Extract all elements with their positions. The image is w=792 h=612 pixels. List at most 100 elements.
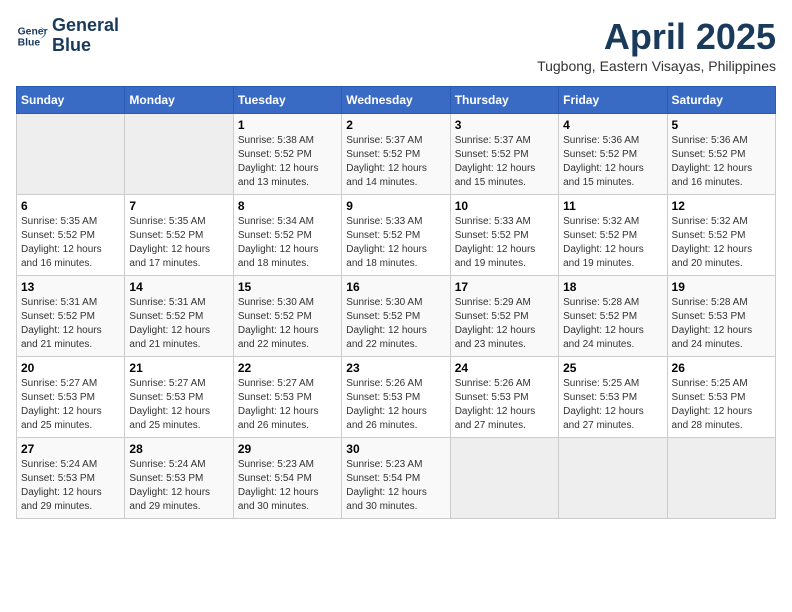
calendar-cell: 4Sunrise: 5:36 AMSunset: 5:52 PMDaylight… (559, 114, 667, 195)
calendar-week-row: 27 Sunrise: 5:24 AMSunset: 5:53 PMDayligh… (17, 438, 776, 519)
day-number: 26 (672, 361, 771, 375)
day-number: 18 (563, 280, 662, 294)
day-info: Sunrise: 5:28 AMSunset: 5:53 PMDaylight:… (672, 296, 771, 352)
calendar-cell (559, 438, 667, 519)
calendar-cell (667, 438, 775, 519)
calendar-cell (450, 438, 558, 519)
day-info: Sunrise: 5:30 AMSunset: 5:52 PMDaylight:… (346, 296, 445, 352)
day-info: Sunrise: 5:32 AMSunset: 5:52 PMDaylight:… (563, 215, 662, 271)
day-number: 22 (238, 361, 337, 375)
calendar-cell: 20 Sunrise: 5:27 AMSunset: 5:53 PMDayligh… (17, 357, 125, 438)
calendar-cell: 30 Sunrise: 5:23 AMSunset: 5:54 PMDayligh… (342, 438, 450, 519)
day-info: Sunrise: 5:36 AMSunset: 5:52 PMDaylight:… (563, 134, 662, 190)
day-info: Sunrise: 5:37 AMSunset: 5:52 PMDaylight:… (455, 134, 554, 190)
calendar-cell: 11Sunrise: 5:32 AMSunset: 5:52 PMDayligh… (559, 195, 667, 276)
day-number: 6 (21, 199, 120, 213)
calendar-cell: 8Sunrise: 5:34 AMSunset: 5:52 PMDaylight… (233, 195, 341, 276)
logo-icon: General Blue (16, 20, 48, 52)
calendar-cell: 23 Sunrise: 5:26 AMSunset: 5:53 PMDayligh… (342, 357, 450, 438)
logo-line2: Blue (52, 36, 119, 56)
day-number: 10 (455, 199, 554, 213)
title-block: April 2025 Tugbong, Eastern Visayas, Phi… (537, 16, 776, 74)
day-info: Sunrise: 5:28 AMSunset: 5:52 PMDaylight:… (563, 296, 662, 352)
day-number: 19 (672, 280, 771, 294)
day-number: 20 (21, 361, 120, 375)
month-title: April 2025 (537, 16, 776, 58)
day-number: 21 (129, 361, 228, 375)
day-number: 30 (346, 442, 445, 456)
day-info: Sunrise: 5:31 AMSunset: 5:52 PMDaylight:… (21, 296, 120, 352)
calendar-cell: 26Sunrise: 5:25 AMSunset: 5:53 PMDayligh… (667, 357, 775, 438)
day-info: Sunrise: 5:37 AMSunset: 5:52 PMDaylight:… (346, 134, 445, 190)
day-number: 3 (455, 118, 554, 132)
calendar-cell: 28Sunrise: 5:24 AMSunset: 5:53 PMDayligh… (125, 438, 233, 519)
calendar-cell (125, 114, 233, 195)
day-info: Sunrise: 5:31 AMSunset: 5:52 PMDaylight:… (129, 296, 228, 352)
calendar-cell: 13Sunrise: 5:31 AMSunset: 5:52 PMDayligh… (17, 276, 125, 357)
day-number: 2 (346, 118, 445, 132)
calendar-cell: 16 Sunrise: 5:30 AMSunset: 5:52 PMDayligh… (342, 276, 450, 357)
logo-line1: General (52, 16, 119, 36)
calendar-cell: 29Sunrise: 5:23 AMSunset: 5:54 PMDayligh… (233, 438, 341, 519)
weekday-header: Sunday (17, 87, 125, 114)
calendar-week-row: 20 Sunrise: 5:27 AMSunset: 5:53 PMDayligh… (17, 357, 776, 438)
calendar-cell: 17 Sunrise: 5:29 AMSunset: 5:52 PMDayligh… (450, 276, 558, 357)
day-number: 7 (129, 199, 228, 213)
day-number: 29 (238, 442, 337, 456)
calendar-week-row: 1 Sunrise: 5:38 AMSunset: 5:52 PMDaylight… (17, 114, 776, 195)
day-info: Sunrise: 5:24 AMSunset: 5:53 PMDaylight:… (21, 458, 120, 514)
calendar-cell: 10 Sunrise: 5:33 AMSunset: 5:52 PMDayligh… (450, 195, 558, 276)
day-number: 23 (346, 361, 445, 375)
day-number: 25 (563, 361, 662, 375)
calendar-cell: 3 Sunrise: 5:37 AMSunset: 5:52 PMDaylight… (450, 114, 558, 195)
svg-text:General: General (18, 26, 48, 37)
day-info: Sunrise: 5:30 AMSunset: 5:52 PMDaylight:… (238, 296, 337, 352)
location: Tugbong, Eastern Visayas, Philippines (537, 58, 776, 74)
calendar-table: SundayMondayTuesdayWednesdayThursdayFrid… (16, 86, 776, 519)
day-info: Sunrise: 5:35 AMSunset: 5:52 PMDaylight:… (129, 215, 228, 271)
calendar-cell: 14 Sunrise: 5:31 AMSunset: 5:52 PMDayligh… (125, 276, 233, 357)
day-number: 24 (455, 361, 554, 375)
day-info: Sunrise: 5:27 AMSunset: 5:53 PMDaylight:… (238, 377, 337, 433)
weekday-header: Thursday (450, 87, 558, 114)
weekday-header: Friday (559, 87, 667, 114)
day-info: Sunrise: 5:33 AMSunset: 5:52 PMDaylight:… (455, 215, 554, 271)
calendar-week-row: 6 Sunrise: 5:35 AMSunset: 5:52 PMDaylight… (17, 195, 776, 276)
page-header: General Blue General Blue April 2025 Tug… (16, 16, 776, 74)
day-number: 1 (238, 118, 337, 132)
calendar-cell: 1 Sunrise: 5:38 AMSunset: 5:52 PMDaylight… (233, 114, 341, 195)
day-number: 28 (129, 442, 228, 456)
day-info: Sunrise: 5:29 AMSunset: 5:52 PMDaylight:… (455, 296, 554, 352)
day-info: Sunrise: 5:27 AMSunset: 5:53 PMDaylight:… (129, 377, 228, 433)
weekday-header: Monday (125, 87, 233, 114)
day-info: Sunrise: 5:35 AMSunset: 5:52 PMDaylight:… (21, 215, 120, 271)
day-number: 14 (129, 280, 228, 294)
weekday-header: Saturday (667, 87, 775, 114)
day-info: Sunrise: 5:34 AMSunset: 5:52 PMDaylight:… (238, 215, 337, 271)
calendar-cell: 12 Sunrise: 5:32 AMSunset: 5:52 PMDayligh… (667, 195, 775, 276)
day-info: Sunrise: 5:27 AMSunset: 5:53 PMDaylight:… (21, 377, 120, 433)
svg-text:Blue: Blue (18, 37, 41, 48)
calendar-cell (17, 114, 125, 195)
weekday-header: Tuesday (233, 87, 341, 114)
day-info: Sunrise: 5:23 AMSunset: 5:54 PMDaylight:… (346, 458, 445, 514)
calendar-cell: 15 Sunrise: 5:30 AMSunset: 5:52 PMDayligh… (233, 276, 341, 357)
day-info: Sunrise: 5:32 AMSunset: 5:52 PMDaylight:… (672, 215, 771, 271)
calendar-cell: 5 Sunrise: 5:36 AMSunset: 5:52 PMDaylight… (667, 114, 775, 195)
day-number: 5 (672, 118, 771, 132)
day-number: 17 (455, 280, 554, 294)
calendar-cell: 18 Sunrise: 5:28 AMSunset: 5:52 PMDayligh… (559, 276, 667, 357)
day-number: 12 (672, 199, 771, 213)
calendar-cell: 19 Sunrise: 5:28 AMSunset: 5:53 PMDayligh… (667, 276, 775, 357)
calendar-cell: 9Sunrise: 5:33 AMSunset: 5:52 PMDaylight… (342, 195, 450, 276)
calendar-cell: 7 Sunrise: 5:35 AMSunset: 5:52 PMDaylight… (125, 195, 233, 276)
day-info: Sunrise: 5:38 AMSunset: 5:52 PMDaylight:… (238, 134, 337, 190)
day-info: Sunrise: 5:25 AMSunset: 5:53 PMDaylight:… (563, 377, 662, 433)
day-info: Sunrise: 5:36 AMSunset: 5:52 PMDaylight:… (672, 134, 771, 190)
day-info: Sunrise: 5:26 AMSunset: 5:53 PMDaylight:… (346, 377, 445, 433)
day-number: 15 (238, 280, 337, 294)
day-number: 27 (21, 442, 120, 456)
day-number: 16 (346, 280, 445, 294)
logo: General Blue General Blue (16, 16, 119, 56)
day-info: Sunrise: 5:26 AMSunset: 5:53 PMDaylight:… (455, 377, 554, 433)
